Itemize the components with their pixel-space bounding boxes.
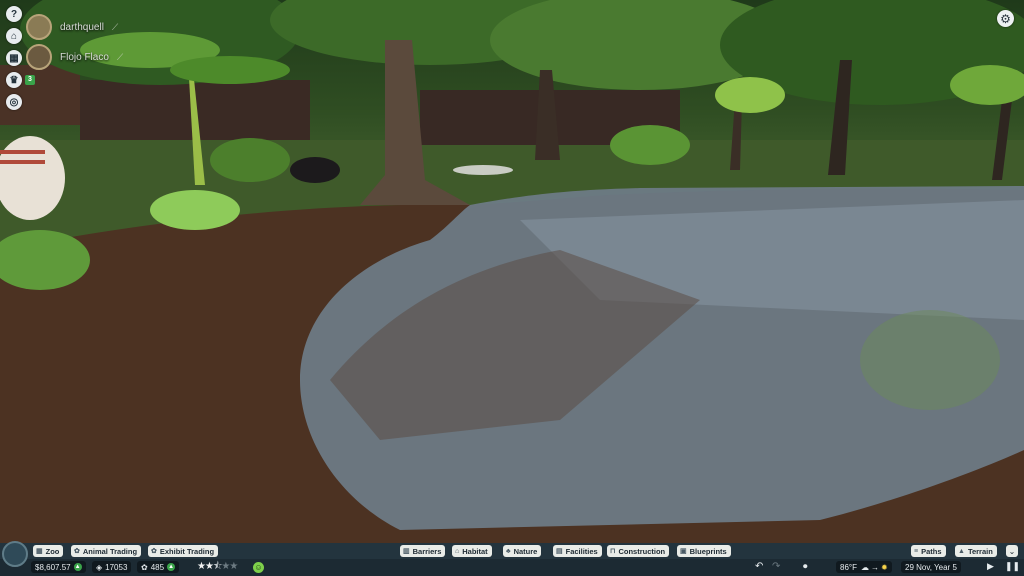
money-display[interactable]: $8,607.57 ▲ [31, 561, 86, 573]
pause-icon[interactable]: ❚❚ [1005, 561, 1020, 572]
player-name: Flojo Flaco [60, 51, 109, 63]
tab-label: Habitat [462, 546, 488, 556]
game-viewport[interactable] [0, 0, 1024, 543]
guest-count: 17053 [105, 562, 128, 572]
tab-label: Zoo [45, 546, 60, 556]
sync-icon: ⟋ [111, 21, 119, 32]
zoo-tab-icon: ▦ [36, 548, 43, 555]
arrow-up-icon: ▲ [167, 563, 176, 571]
player-name: darthquell [60, 21, 104, 33]
redo-icon[interactable]: ↷ [772, 561, 780, 572]
date-value: 29 Nov, Year 5 [905, 562, 957, 572]
challenge-count-badge: 3 [25, 75, 35, 85]
exhibit-icon: ✿ [151, 548, 157, 555]
paw-count-icon: ✿ [141, 562, 148, 572]
construction-icon: ⊓ [610, 548, 616, 555]
player-item[interactable]: Flojo Flaco ⟋ [26, 44, 123, 70]
animal-count-display[interactable]: ✿ 485 ▲ [137, 561, 180, 573]
tab-nature[interactable]: ♣ Nature [503, 545, 542, 557]
ticket-icon: ◈ [96, 562, 103, 572]
tab-label: Exhibit Trading [159, 546, 215, 556]
tab-exhibit-trading[interactable]: ✿ Exhibit Trading [148, 545, 219, 557]
paths-icon: ≡ [914, 547, 919, 555]
facilities-icon: ▤ [556, 548, 563, 555]
trophy-icon[interactable]: ♛ 3 [6, 72, 35, 88]
date-display: 29 Nov, Year 5 [901, 561, 961, 573]
tab-barriers[interactable]: ▥ Barriers [400, 545, 446, 557]
temperature-value: 86°F [840, 562, 857, 572]
play-icon[interactable]: ▶ [987, 561, 994, 572]
terrain-icon: ▲ [958, 547, 965, 555]
blueprint-icon: ▣ [680, 548, 687, 555]
nature-icon: ♣ [506, 547, 511, 555]
tab-animal-trading[interactable]: ✿ Animal Trading [71, 545, 142, 557]
tab-zoo[interactable]: ▦ Zoo [33, 545, 64, 557]
help-icon[interactable]: ? [6, 6, 22, 22]
zoo-icon[interactable]: ⌂ [6, 28, 22, 44]
gear-icon[interactable]: ⚙ [997, 10, 1014, 27]
tab-label: Terrain [967, 546, 993, 556]
tab-blueprints[interactable]: ▣ Blueprints [677, 545, 731, 557]
weather-cloud-icon: ☁ [860, 562, 869, 572]
tab-label: Construction [618, 546, 666, 556]
paw-icon: ✿ [74, 548, 80, 555]
tab-facilities[interactable]: ▤ Facilities [553, 545, 602, 557]
tab-label: Barriers [412, 546, 442, 556]
undo-icon[interactable]: ↶ [755, 561, 763, 572]
zoo-rating[interactable]: ★★⯪★★ [197, 560, 238, 573]
tab-construction[interactable]: ⊓ Construction [607, 545, 670, 557]
weather-display[interactable]: 86°F ☁ → ✹ [836, 561, 892, 573]
expand-icon[interactable]: ⌄ [1006, 545, 1018, 557]
avatar [26, 44, 52, 70]
tab-label: Paths [921, 546, 942, 556]
player-item[interactable]: darthquell ⟋ [26, 14, 123, 40]
tab-paths[interactable]: ≡ Paths [911, 545, 946, 557]
money-value: $8,607.57 [35, 562, 71, 572]
tab-label: Facilities [565, 546, 598, 556]
tab-terrain[interactable]: ▲ Terrain [955, 545, 997, 557]
arrow-up-icon: ▲ [73, 563, 82, 571]
habitat-icon: ⌂ [455, 547, 460, 555]
left-sidebar: ? ⌂ ▦ ♛ 3 ◎ [6, 6, 35, 116]
guest-count-display[interactable]: ◈ 17053 [92, 561, 132, 573]
scene-art [0, 0, 1024, 543]
barrier-icon: ▥ [403, 548, 410, 555]
zoo-logo-icon[interactable] [2, 541, 28, 567]
animal-count: 485 [150, 562, 165, 572]
camera-icon[interactable]: ⏺ [803, 561, 808, 572]
sync-icon: ⟋ [116, 51, 124, 62]
player-list: darthquell ⟋ Flojo Flaco ⟋ [26, 14, 123, 74]
arrow-right-icon: → [870, 562, 879, 572]
tab-label: Blueprints [689, 546, 727, 556]
sun-icon: ✹ [880, 562, 888, 572]
tab-habitat[interactable]: ⌂ Habitat [452, 545, 492, 557]
avatar [26, 14, 52, 40]
target-icon[interactable]: ◎ [6, 94, 22, 110]
tab-label: Nature [513, 546, 538, 556]
happiness-display[interactable]: ☺ [253, 561, 264, 573]
trophy-glyph: ♛ [9, 74, 19, 86]
smiley-icon: ☺ [253, 561, 264, 573]
map-icon[interactable]: ▦ [6, 50, 22, 66]
tab-label: Animal Trading [82, 546, 138, 556]
star-rating-icon: ★★⯪★★ [197, 560, 238, 572]
